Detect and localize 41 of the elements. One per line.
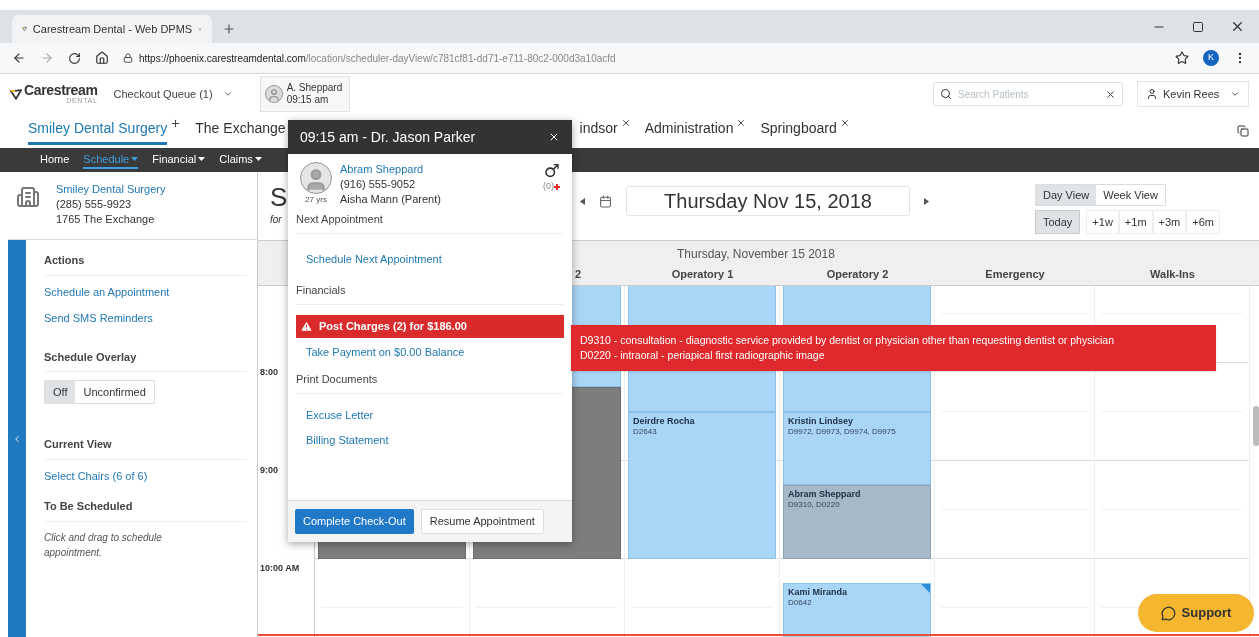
column-header: Operatory 1 [671,266,734,282]
hint-text: Click and drag to schedule appointment. [44,530,163,560]
date-heading: Thursday, November 15 2018 [677,245,835,263]
procedure-codes: D2643 [633,426,658,437]
patient-name: Abram Sheppard [788,489,862,501]
location-address: 1765 The Exchange [56,212,156,227]
section-heading: Actions [44,252,247,276]
section-heading: Next Appointment [296,211,564,234]
procedure-codes: D9310, D0220 [788,500,841,511]
section-heading: Schedule Overlay [44,348,247,372]
column-header: Emergency [985,266,1045,282]
section-heading: To Be Scheduled [44,498,247,522]
column-header: 2 [574,266,581,282]
page-subtitle: for [270,213,282,227]
tooltip-line: D9310 - consultation - diagnostic service provided by dentist or physician other than requesting dentist or physician [580,333,1116,348]
procedure-codes: D0642 [788,598,813,609]
column-header: Walk-Ins [1150,266,1195,282]
section-heading: Print Documents [296,371,564,394]
column-header: Operatory 2 [826,266,889,282]
patient-name: A. Sheppard [286,82,343,94]
appointment-time: 09:15 am [286,94,330,106]
patient-name: Deirdre Rocha [633,415,696,427]
tooltip-line: D0220 - intraoral - periapical first radiographic image [580,348,826,363]
location-phone: (285) 555-9923 [56,197,133,212]
gender-symbol: ♂ [543,162,560,180]
patient-name: Kristin Lindsey [788,415,854,427]
tab-title: Carestream Dental - Web DPMS [32,21,193,37]
logo-text: Carestream [24,83,98,97]
time-label: 8:00 [260,366,278,379]
guardian-text: Aisha Mann (Parent) [340,192,441,207]
section-heading: Current View [44,436,247,460]
url-text: https://phoenix.carestreamdental.com/location/scheduler-dayView/c781cf81-dd71-e711-80c2-000d3a10acfd [139,51,616,66]
time-label: 9:00 [260,464,278,477]
popup-title: 09:15 am - Dr. Jason Parker [300,127,476,147]
patient-phone: (916) 555-9052 [340,177,417,192]
patient-name: Kami Miranda [788,587,848,599]
section-heading: Financials [296,282,564,305]
patient-age: 27 yrs [305,194,327,206]
time-label: 10:00 AM [260,562,300,575]
page-title: S [270,182,288,212]
procedure-codes: D9972, D9973, D9974, D9975 [788,426,897,437]
